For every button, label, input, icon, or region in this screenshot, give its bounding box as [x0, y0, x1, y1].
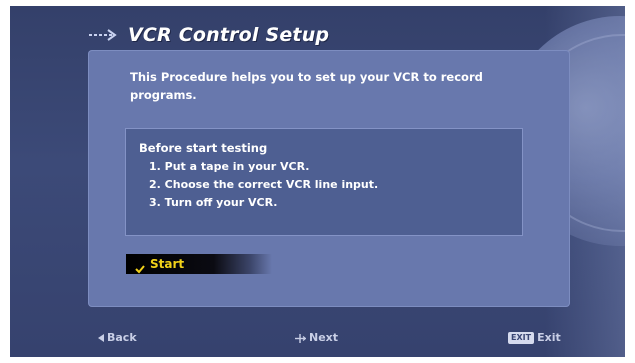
intro-text: This Procedure helps you to set up your …: [130, 70, 483, 102]
exit-key-icon: EXIT: [508, 331, 535, 344]
footer-exit-label: Exit: [537, 331, 561, 344]
title-row: VCR Control Setup: [88, 20, 329, 50]
instruction-step: 1. Put a tape in your VCR.: [149, 160, 310, 173]
footer-back-button[interactable]: Back: [98, 331, 137, 344]
triangle-left-icon: [98, 333, 104, 342]
footer-next-label: Next: [309, 331, 339, 344]
instructions-heading: Before start testing: [139, 141, 268, 155]
footer-next-button[interactable]: Next: [295, 331, 338, 344]
setup-panel: This Procedure helps you to set up your …: [88, 50, 570, 307]
dashed-arrow-icon: [88, 28, 120, 42]
cross-arrow-icon: [295, 333, 307, 343]
start-button-label: Start: [150, 257, 185, 271]
tv-screen-frame: VCR Control Setup This Procedure helps y…: [10, 6, 625, 357]
footer-back-label: Back: [107, 331, 137, 344]
check-icon: [135, 259, 145, 274]
instruction-step: 2. Choose the correct VCR line input.: [149, 178, 379, 191]
instructions-box: Before start testing 1. Put a tape in yo…: [125, 128, 523, 236]
start-button[interactable]: Start: [126, 254, 272, 274]
page-title: VCR Control Setup: [128, 24, 330, 46]
instruction-step: 3. Turn off your VCR.: [149, 196, 278, 209]
footer-exit-button[interactable]: EXIT Exit: [508, 331, 561, 344]
screen: VCR Control Setup This Procedure helps y…: [0, 0, 635, 363]
